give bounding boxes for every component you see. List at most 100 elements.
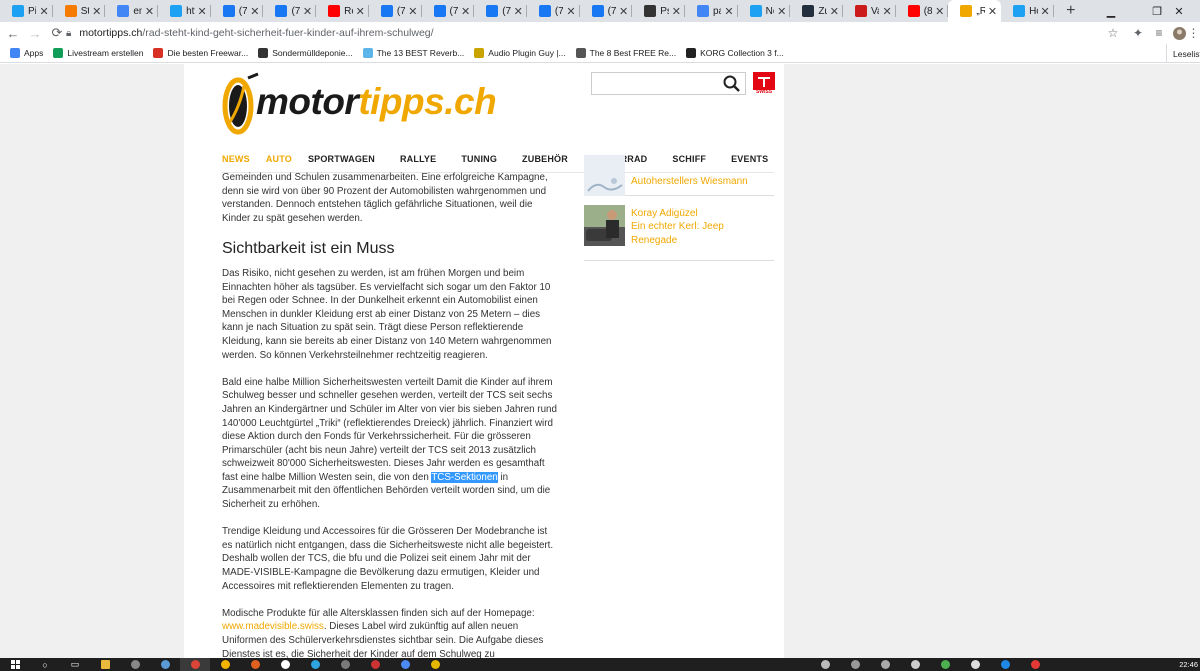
- close-tab-icon[interactable]: ✕: [250, 5, 259, 18]
- close-tab-icon[interactable]: ✕: [461, 5, 470, 18]
- extensions-puzzle-icon[interactable]: ✦: [1127, 22, 1149, 44]
- browser-tab[interactable]: Stre✕: [53, 0, 106, 22]
- madevisible-link[interactable]: www.madevisible.swiss: [222, 621, 324, 632]
- selected-text-tcs-sektionen[interactable]: TCS-Sektionen: [431, 471, 498, 483]
- browser-tab[interactable]: (7)✕: [422, 0, 475, 22]
- browser-tab[interactable]: Rev ✕: [316, 0, 369, 22]
- bookmark-item[interactable]: The 8 Best FREE Re...: [575, 48, 676, 58]
- nav-item-news[interactable]: NEWS: [222, 154, 250, 164]
- playlist-icon[interactable]: ≡: [1148, 22, 1170, 44]
- browser-tab[interactable]: Home / ✕: [1001, 0, 1054, 22]
- close-tab-icon[interactable]: ✕: [619, 5, 628, 18]
- task-view-icon[interactable]: ▭: [60, 658, 90, 671]
- browser-tab[interactable]: „Rad✕: [948, 0, 1002, 22]
- app-icon[interactable]: [930, 658, 960, 671]
- nav-item-zubehör[interactable]: ZUBEHÖR: [522, 154, 568, 164]
- back-button[interactable]: ←: [2, 22, 24, 44]
- app-icon[interactable]: [900, 658, 930, 671]
- browser-tab[interactable]: Zukunft ✕: [790, 0, 843, 22]
- app-icon[interactable]: [840, 658, 870, 671]
- sidebar-item[interactable]: Autoherstellers Wiesmann: [584, 155, 774, 196]
- browser-tab[interactable]: (7)✕: [263, 0, 317, 22]
- app-icon[interactable]: [390, 658, 420, 671]
- browser-tab[interactable]: em ✕: [105, 0, 159, 22]
- close-tab-icon[interactable]: ✕: [303, 5, 312, 18]
- bookmark-item[interactable]: Die besten Freewar...: [153, 48, 248, 58]
- sidebar-item[interactable]: Koray Adigüzel Ein echter Kerl: Jeep Ren…: [584, 196, 774, 261]
- close-tab-icon[interactable]: ✕: [672, 5, 681, 18]
- search-taskbar-icon[interactable]: ○: [30, 658, 60, 671]
- browser-tab[interactable]: (7)✕: [474, 0, 527, 22]
- app-icon[interactable]: [270, 658, 300, 671]
- reload-button[interactable]: ⟳: [46, 22, 68, 44]
- close-tab-icon[interactable]: ✕: [988, 5, 997, 18]
- bookmark-item[interactable]: Apps: [10, 48, 43, 58]
- close-tab-icon[interactable]: ✕: [724, 5, 733, 18]
- nav-item-sportwagen[interactable]: SPORTWAGEN: [308, 154, 375, 164]
- browser-tab[interactable]: paintba✕: [685, 0, 738, 22]
- app-icon[interactable]: [210, 658, 240, 671]
- bookmark-item[interactable]: Audio Plugin Guy |...: [474, 48, 566, 58]
- chrome-taskbar-icon[interactable]: [180, 658, 210, 671]
- close-tab-icon[interactable]: ✕: [1041, 5, 1050, 18]
- forward-button[interactable]: →: [24, 22, 46, 44]
- browser-tab[interactable]: (7)✕: [369, 0, 422, 22]
- nav-item-rallye[interactable]: RALLYE: [400, 154, 436, 164]
- close-tab-icon[interactable]: ✕: [39, 5, 48, 18]
- site-logo[interactable]: motortipps.ch: [222, 70, 497, 136]
- browser-menu-icon[interactable]: ⋮: [1187, 22, 1200, 44]
- close-tab-icon[interactable]: ✕: [777, 5, 786, 18]
- app-icon[interactable]: [990, 658, 1020, 671]
- close-window-button[interactable]: ✕: [1158, 0, 1200, 22]
- app-icon[interactable]: [330, 658, 360, 671]
- app-icon[interactable]: [300, 658, 330, 671]
- new-tab-button[interactable]: +: [1062, 2, 1080, 20]
- search-icon[interactable]: [722, 74, 742, 94]
- browser-tab[interactable]: http✕: [158, 0, 211, 22]
- app-icon[interactable]: [360, 658, 390, 671]
- nav-item-events[interactable]: EVENTS: [731, 154, 768, 164]
- app-icon[interactable]: [420, 658, 450, 671]
- close-tab-icon[interactable]: ✕: [408, 5, 417, 18]
- close-tab-icon[interactable]: ✕: [92, 5, 101, 18]
- close-tab-icon[interactable]: ✕: [514, 5, 523, 18]
- swiss-badge-icon[interactable]: SWISS: [753, 72, 775, 96]
- close-tab-icon[interactable]: ✕: [566, 5, 575, 18]
- close-tab-icon[interactable]: ✕: [935, 5, 944, 18]
- browser-tab[interactable]: Notificat✕: [738, 0, 791, 22]
- bookmark-item[interactable]: The 13 BEST Reverb...: [362, 48, 464, 58]
- nav-item-tuning[interactable]: TUNING: [461, 154, 497, 164]
- close-tab-icon[interactable]: ✕: [830, 5, 839, 18]
- sidebar-item-title[interactable]: Autoherstellers Wiesmann: [631, 175, 748, 189]
- app-icon[interactable]: [240, 658, 270, 671]
- close-tab-icon[interactable]: ✕: [145, 5, 154, 18]
- browser-tab[interactable]: ValueAc✕: [843, 0, 896, 22]
- bookmark-item[interactable]: Livestream erstellen: [53, 48, 143, 58]
- nav-item-schiff[interactable]: SCHIFF: [672, 154, 706, 164]
- app-icon[interactable]: [810, 658, 840, 671]
- bookmark-item[interactable]: KORG Collection 3 f...: [686, 48, 784, 58]
- sidebar-item-author[interactable]: Koray Adigüzel: [631, 207, 698, 221]
- app-icon[interactable]: [870, 658, 900, 671]
- browser-tab[interactable]: (7)✕: [211, 0, 264, 22]
- star-bookmark-icon[interactable]: ☆: [1102, 22, 1124, 44]
- browser-tab[interactable]: Pin✕: [0, 0, 53, 22]
- start-button[interactable]: [0, 658, 30, 671]
- address-bar[interactable]: 🔒︎ motortipps.ch/rad-steht-kind-geht-sic…: [66, 24, 1110, 42]
- app-icon[interactable]: [120, 658, 150, 671]
- nav-item-auto[interactable]: AUTO: [266, 154, 292, 164]
- close-tab-icon[interactable]: ✕: [198, 5, 207, 18]
- reading-list-button[interactable]: Leselist: [1166, 44, 1200, 63]
- sidebar-item-title[interactable]: Ein echter Kerl: Jeep Renegade: [631, 220, 731, 247]
- minimize-button[interactable]: ▁: [1088, 0, 1134, 22]
- close-tab-icon[interactable]: ✕: [356, 5, 365, 18]
- browser-tab[interactable]: (7)✕: [527, 0, 580, 22]
- browser-tab[interactable]: (7)✕: [580, 0, 633, 22]
- browser-tab[interactable]: (868) co✕: [896, 0, 949, 22]
- close-tab-icon[interactable]: ✕: [882, 5, 891, 18]
- browser-tab[interactable]: Psychis ✕: [632, 0, 685, 22]
- file-explorer-icon[interactable]: [90, 658, 120, 671]
- bookmark-item[interactable]: Sondermülldeponie...: [258, 48, 353, 58]
- app-icon[interactable]: [960, 658, 990, 671]
- app-icon[interactable]: [1020, 658, 1050, 671]
